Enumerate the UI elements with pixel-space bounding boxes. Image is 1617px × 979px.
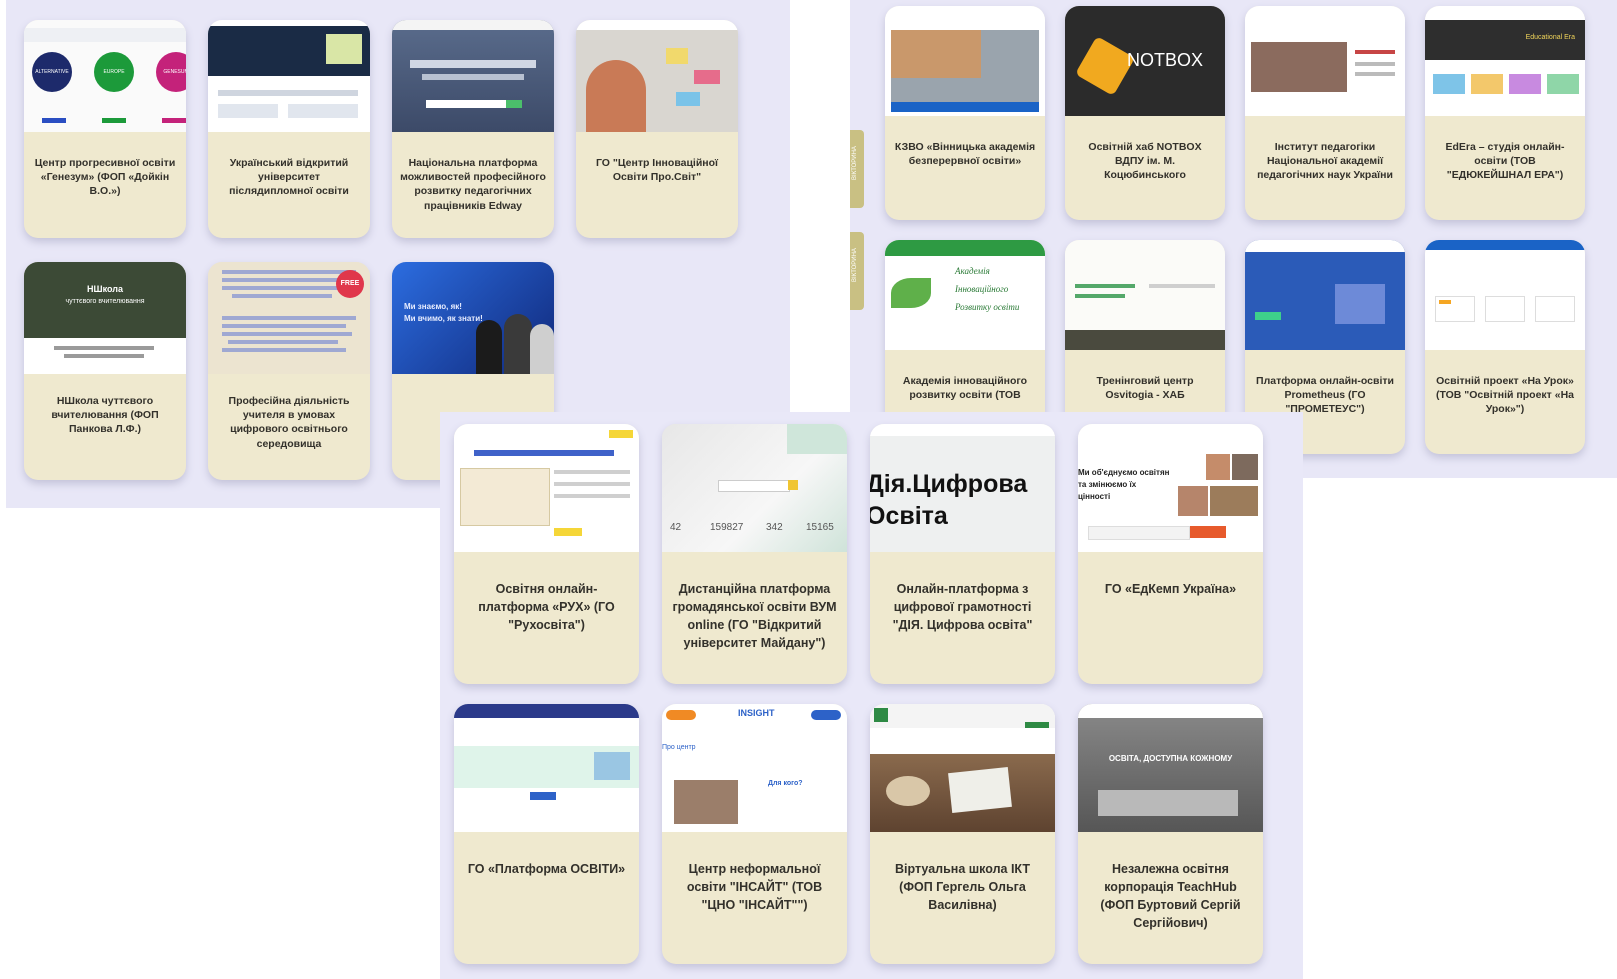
right-panel: КЗВО «Вінницька академія безперервної ос… [850, 0, 1617, 478]
thumb-heading: НШкола [87, 284, 123, 294]
card-thumbnail [454, 704, 639, 832]
course-card[interactable]: Освітня онлайн-платформа «РУХ» (ГО "Рухо… [454, 424, 639, 684]
card-title: Академія інноваційного розвитку освіти (… [902, 375, 1028, 402]
course-card[interactable]: Віртуальна школа ІКТ (ФОП Гергель Ольга … [870, 704, 1055, 964]
card-thumbnail: INSIGHT Про центр Для кого? [662, 704, 847, 832]
thumb-line-2: та змінюємо їх [1078, 480, 1137, 489]
card-thumbnail [885, 6, 1045, 116]
card-title: ГО "Центр Інноваційної Освіти Про.Світ" [595, 157, 719, 184]
course-card[interactable]: Національна платформа можливостей профес… [392, 20, 554, 238]
course-card[interactable]: Український відкритий університет післяд… [208, 20, 370, 238]
logo-alternative: ALTERNATIVE [32, 52, 72, 92]
card-title: EdEra – студія онлайн-освіти (ТОВ "ЕДЮКЕ… [1445, 141, 1565, 182]
course-card[interactable]: INSIGHT Про центр Для кого? Центр неформ… [662, 704, 847, 964]
card-title: Освітній хаб NOTBOX ВДПУ ім. М. Коцюбинс… [1088, 141, 1202, 182]
side-tab[interactable]: ВІКТОРИНА [850, 130, 864, 208]
course-card[interactable]: ГО "Центр Інноваційної Освіти Про.Світ" [576, 20, 738, 238]
card-thumbnail [392, 20, 554, 132]
card-title: Український відкритий університет післяд… [229, 157, 349, 198]
course-card[interactable]: Освітній проект «На Урок» (ТОВ "Освітній… [1425, 240, 1585, 454]
card-thumbnail: НШкола чуттєвого вчителювання [24, 262, 186, 374]
card-title: Професійна діяльність учителя в умовах ц… [228, 395, 350, 450]
thumb-line-3: цінності [1078, 492, 1111, 501]
course-card[interactable]: ALTERNATIVE EUROPE GENESUM Центр прогрес… [24, 20, 186, 238]
edera-logo: Educational Era [1525, 34, 1575, 41]
card-title: НШкола чуттєвого вчителювання (ФОП Панко… [51, 395, 159, 436]
stat-1: 42 [670, 522, 682, 533]
course-card[interactable]: Інститут педагогіки Національної академі… [1245, 6, 1405, 220]
card-title: КЗВО «Вінницька академія безперервної ос… [894, 141, 1036, 168]
card-thumbnail: Ми знаємо, як! Ми вчимо, як знати! [392, 262, 554, 374]
card-title: Незалежна освітня корпорація TeachHub (Ф… [1100, 862, 1241, 931]
thumb-slogan: ОСВІТА, ДОСТУПНА КОЖНОМУ [1108, 754, 1233, 763]
card-thumbnail: Академія Інноваційного Розвитку освіти [885, 240, 1045, 350]
card-thumbnail [454, 424, 639, 552]
side-tab[interactable]: ВІКТОРИНА [850, 232, 864, 310]
card-title: Освітня онлайн-платформа «РУХ» (ГО "Рухо… [478, 582, 615, 633]
card-title: ГО «ЕдКемп Україна» [1104, 582, 1237, 596]
diia-heading-2: Освіта [870, 502, 948, 530]
course-card[interactable]: ГО «Платформа ОСВІТИ» [454, 704, 639, 964]
logo-genesum: GENESUM [156, 52, 186, 92]
course-card[interactable]: NOTBOX Освітній хаб NOTBOX ВДПУ ім. М. К… [1065, 6, 1225, 220]
card-title: Онлайн-платформа з цифрової грамотності … [892, 582, 1033, 633]
card-thumbnail [208, 20, 370, 132]
card-thumbnail [1245, 6, 1405, 116]
thumb-line-3: Розвитку освіти [955, 302, 1020, 312]
diia-heading-1: Дія.Цифрова [870, 470, 1028, 498]
card-thumbnail: ALTERNATIVE EUROPE GENESUM [24, 20, 186, 132]
card-thumbnail: ОСВІТА, ДОСТУПНА КОЖНОМУ [1078, 704, 1263, 832]
card-title: Інститут педагогіки Національної академі… [1257, 141, 1393, 182]
course-card[interactable]: Ми об'єднуємо освітян та змінюємо їх цін… [1078, 424, 1263, 684]
card-title: Віртуальна школа ІКТ (ФОП Гергель Ольга … [895, 862, 1030, 913]
course-card[interactable]: FREE Професійна діяльність учителя в умо… [208, 262, 370, 480]
thumb-for-whom: Для кого? [768, 780, 803, 787]
course-card[interactable]: КЗВО «Вінницька академія безперервної ос… [885, 6, 1045, 220]
card-thumbnail [1425, 240, 1585, 350]
course-card[interactable]: Дія.Цифрова Освіта Онлайн-платформа з ци… [870, 424, 1055, 684]
card-thumbnail: Дія.Цифрова Освіта [870, 424, 1055, 552]
notbox-logo: NOTBOX [1127, 50, 1204, 70]
thumb-about: Про центр [662, 744, 696, 751]
card-title: Національна платформа можливостей профес… [400, 157, 546, 212]
card-title: Освітній проект «На Урок» (ТОВ "Освітній… [1435, 375, 1575, 416]
center-panel: Освітня онлайн-платформа «РУХ» (ГО "Рухо… [440, 412, 1303, 979]
thumb-line-2: Інноваційного [955, 284, 1009, 294]
thumb-line-1: Академія [955, 266, 990, 276]
thumb-slogan-1: Ми знаємо, як! [404, 302, 462, 311]
stat-2: 159827 [710, 522, 744, 533]
card-thumbnail [576, 20, 738, 132]
card-thumbnail [1065, 240, 1225, 350]
card-thumbnail: NOTBOX [1065, 6, 1225, 116]
card-title: Центр неформальної освіти "ІНСАЙТ" (ТОВ … [686, 862, 823, 913]
course-card[interactable]: Educational Era EdEra – студія онлайн-ос… [1425, 6, 1585, 220]
card-title: Тренінговий центр Osvitogia - ХАБ [1096, 375, 1194, 402]
card-title: Дистанційна платформа громадянської осві… [672, 582, 837, 651]
card-thumbnail: Educational Era [1425, 6, 1585, 116]
logo-europe: EUROPE [94, 52, 134, 92]
thumb-slogan-2: Ми вчимо, як знати! [404, 314, 483, 323]
thumb-line-1: Ми об'єднуємо освітян [1078, 468, 1170, 477]
stat-3: 342 [766, 522, 783, 533]
card-thumbnail [870, 704, 1055, 832]
stat-4: 15165 [806, 522, 834, 533]
card-thumbnail [1245, 240, 1405, 350]
course-card[interactable]: ОСВІТА, ДОСТУПНА КОЖНОМУ Незалежна освіт… [1078, 704, 1263, 964]
course-card[interactable]: 42 159827 342 15165 Дистанційна платформ… [662, 424, 847, 684]
card-thumbnail: Ми об'єднуємо освітян та змінюємо їх цін… [1078, 424, 1263, 552]
card-title: ГО «Платформа ОСВІТИ» [467, 862, 626, 876]
thumb-subheading: чуттєвого вчителювання [65, 298, 145, 305]
course-card[interactable]: НШкола чуттєвого вчителювання НШкола чут… [24, 262, 186, 480]
free-badge: FREE [336, 270, 364, 298]
card-thumbnail: 42 159827 342 15165 [662, 424, 847, 552]
card-title: Платформа онлайн-освіти Prometheus (ГО "… [1256, 375, 1394, 416]
card-title: Центр прогресивної освіти «Генезум» (ФОП… [34, 157, 176, 198]
card-thumbnail: FREE [208, 262, 370, 374]
insight-logo: INSIGHT [738, 708, 775, 718]
